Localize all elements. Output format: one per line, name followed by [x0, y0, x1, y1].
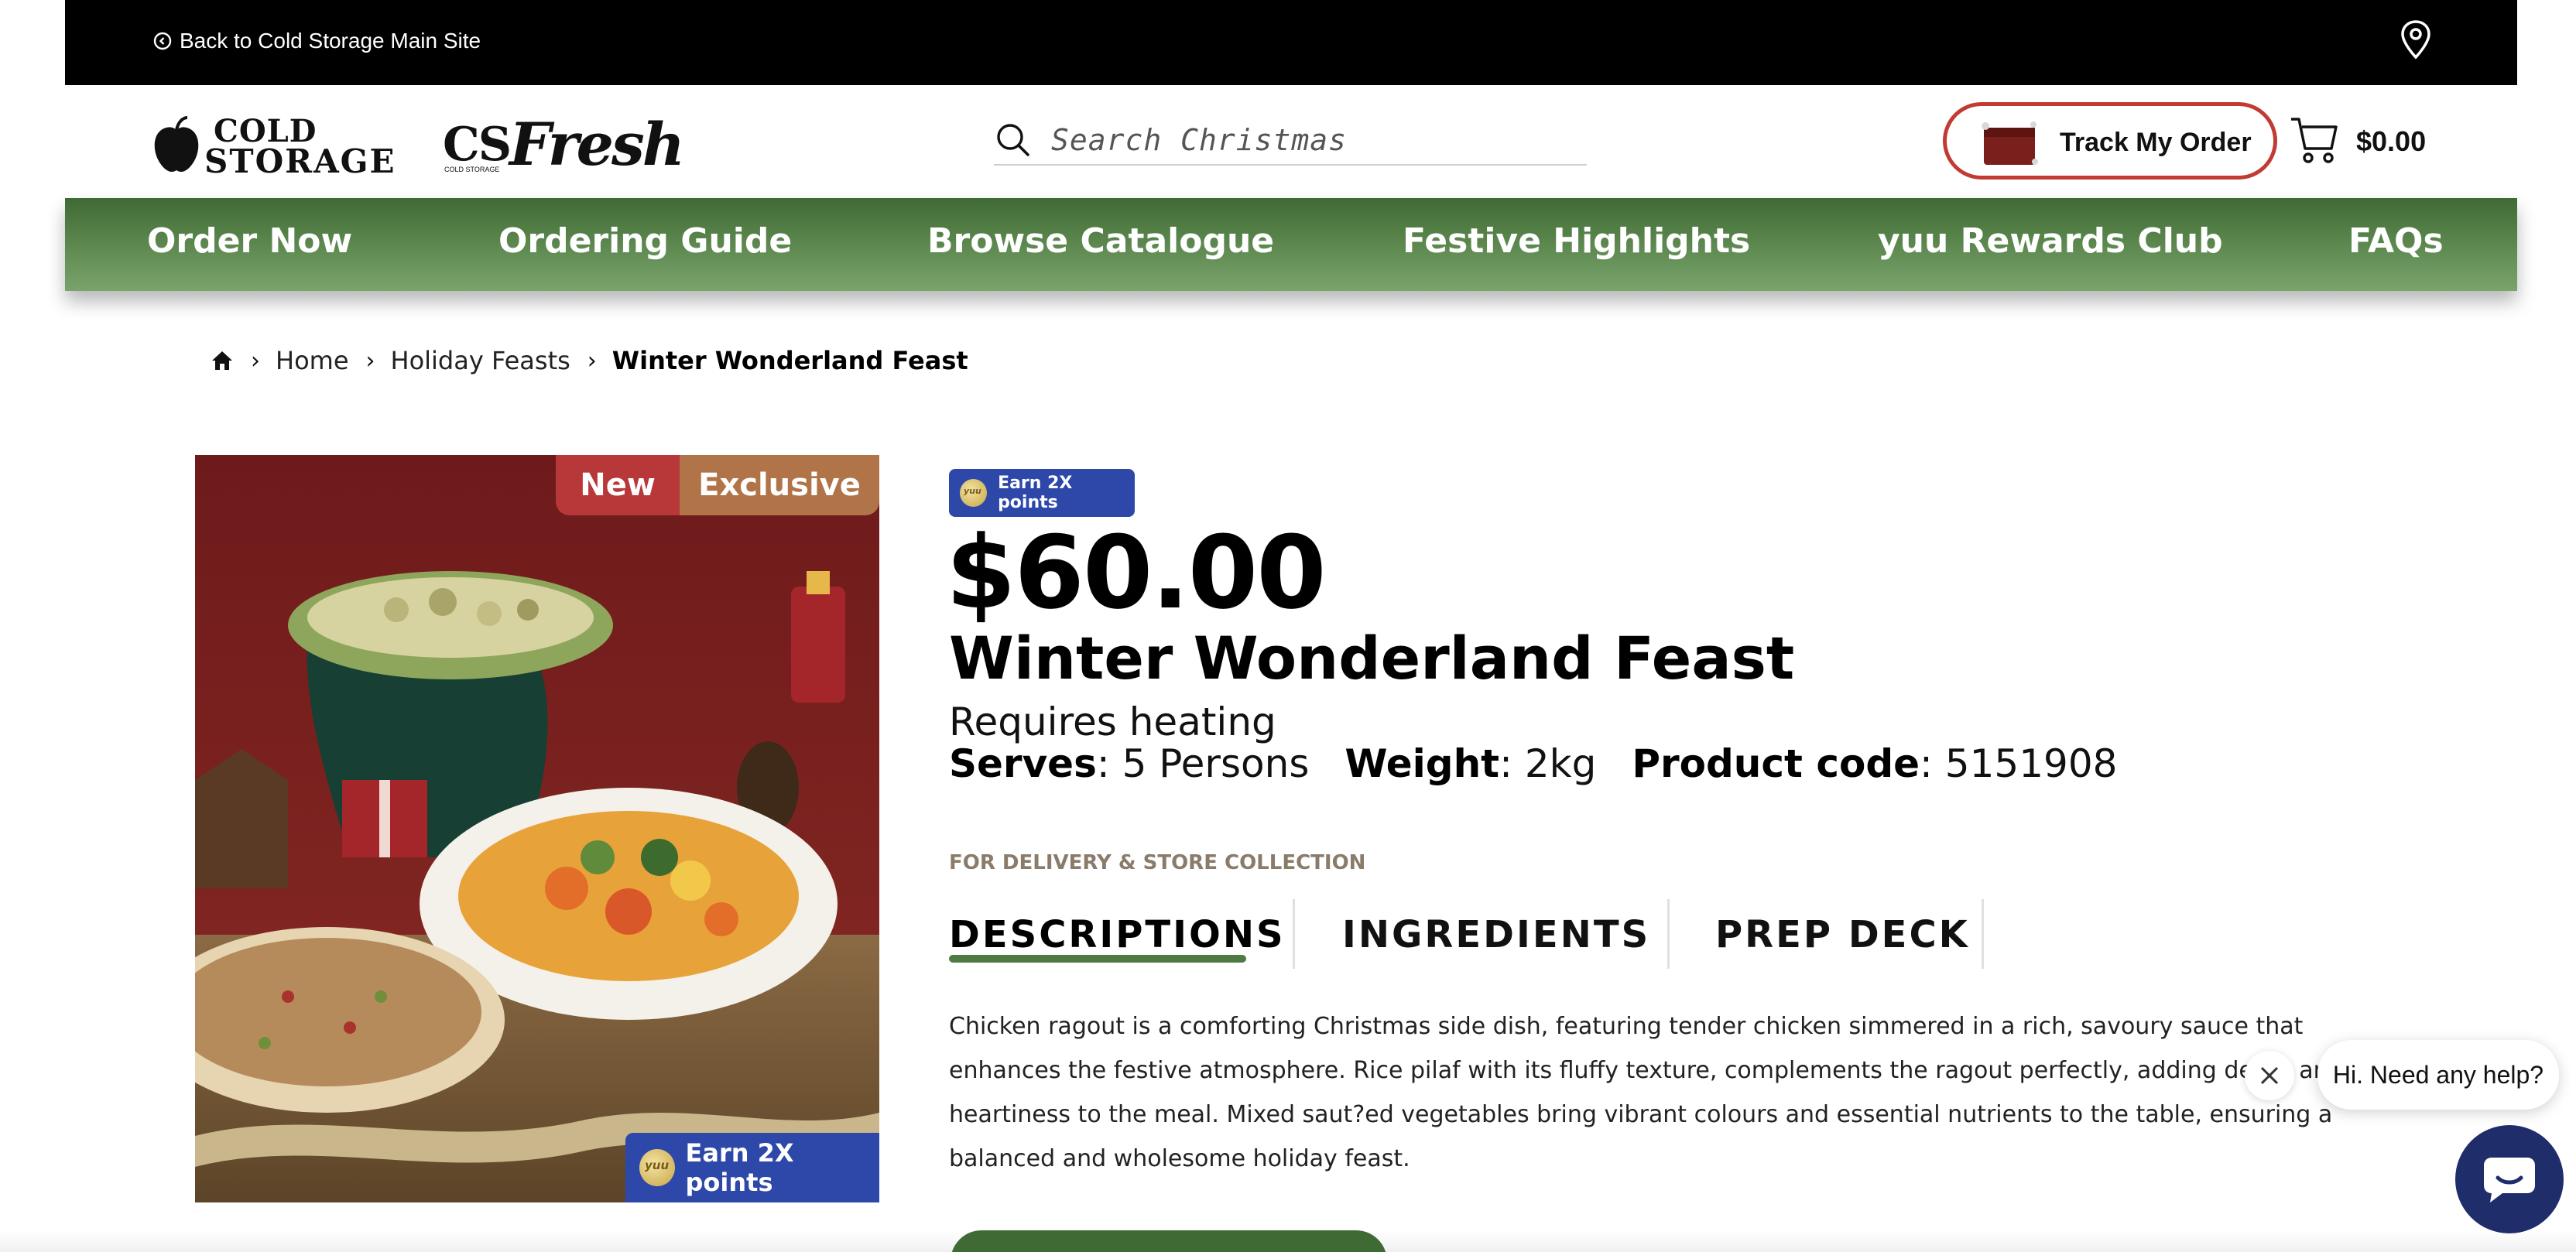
- product-code-label: Product code: [1632, 741, 1920, 786]
- fresh-logo-prefix: CS: [443, 118, 512, 172]
- badge-exclusive: Exclusive: [680, 455, 879, 515]
- nav-item-yuu-rewards-club[interactable]: yuu Rewards Club: [1878, 221, 2223, 261]
- chevron-right-icon: ›: [587, 347, 597, 375]
- tab-divider: [1667, 899, 1670, 969]
- main-nav: Order Now Ordering Guide Browse Catalogu…: [65, 198, 2517, 291]
- product-price: $60.00: [946, 514, 1327, 631]
- nav-item-ordering-guide[interactable]: Ordering Guide: [498, 221, 792, 261]
- delivery-note: FOR DELIVERY & STORE COLLECTION: [949, 851, 1366, 874]
- home-icon[interactable]: [211, 350, 234, 371]
- gift-box-icon: [1982, 121, 2038, 165]
- fresh-logo-sub: COLD STORAGE: [444, 166, 500, 173]
- yuu-coin-icon: [960, 479, 988, 507]
- tab-descriptions[interactable]: DESCRIPTIONS: [949, 913, 1286, 956]
- product-image[interactable]: New Exclusive Earn 2X points: [195, 455, 879, 1202]
- map-pin-icon[interactable]: [2398, 19, 2434, 60]
- tab-divider: [1293, 899, 1295, 969]
- chat-bubble-icon: [2484, 1158, 2535, 1202]
- earn-points-chip[interactable]: Earn 2X points: [949, 469, 1135, 517]
- back-to-main-site-link[interactable]: Back to Cold Storage Main Site: [153, 28, 481, 54]
- cart-total[interactable]: $0.00: [2356, 125, 2426, 158]
- cs-fresh-logo[interactable]: CS Fresh COLD STORAGE: [443, 107, 685, 179]
- track-my-order-label: Track My Order: [2060, 128, 2252, 157]
- close-x-icon: [2260, 1066, 2279, 1085]
- back-link-label: Back to Cold Storage Main Site: [180, 29, 481, 53]
- earn-points-label: Earn 2X points: [998, 474, 1073, 512]
- search-bar: [994, 116, 1587, 166]
- weight-value: : 2kg: [1499, 741, 1597, 786]
- nav-item-order-now[interactable]: Order Now: [147, 221, 352, 261]
- image-points-label: Earn 2X points: [685, 1138, 794, 1197]
- chevron-right-icon: ›: [365, 347, 375, 375]
- chat-launcher-button[interactable]: [2455, 1125, 2564, 1233]
- shopping-cart-icon[interactable]: [2290, 115, 2339, 166]
- search-input[interactable]: [1051, 123, 1547, 157]
- image-points-badge: Earn 2X points: [625, 1133, 879, 1202]
- nav-item-festive-highlights[interactable]: Festive Highlights: [1403, 221, 1750, 261]
- product-code-value: : 5151908: [1920, 741, 2118, 786]
- top-bar: Back to Cold Storage Main Site: [65, 0, 2517, 85]
- search-icon[interactable]: [994, 121, 1033, 159]
- fresh-logo-word: Fresh: [509, 110, 685, 179]
- apple-logo-icon: [154, 116, 199, 173]
- site-header: COLD STORAGE CS Fresh COLD STORAGE Track…: [65, 85, 2517, 198]
- breadcrumb-current: Winter Wonderland Feast: [611, 346, 968, 375]
- product-description: Chicken ragout is a comforting Christmas…: [949, 1013, 2343, 1172]
- help-bubble[interactable]: Hi. Need any help?: [2317, 1040, 2559, 1110]
- weight-label: Weight: [1345, 741, 1500, 786]
- yuu-coin-icon: [639, 1149, 675, 1186]
- heating-note: Requires heating: [949, 700, 1276, 744]
- serves-value: : 5 Persons: [1096, 741, 1310, 786]
- back-arrow-circle-icon: [153, 32, 172, 50]
- chevron-right-icon: ›: [251, 347, 260, 375]
- close-icon[interactable]: [2245, 1051, 2294, 1100]
- badge-new: New: [556, 455, 680, 515]
- tab-prep-deck[interactable]: PREP DECK: [1715, 913, 1970, 956]
- cold-storage-logo[interactable]: COLD STORAGE: [150, 110, 406, 180]
- breadcrumb: › Home › Holiday Feasts › Winter Wonderl…: [211, 344, 968, 378]
- active-tab-indicator: [949, 955, 1246, 963]
- breadcrumb-home[interactable]: Home: [276, 346, 349, 375]
- product-title: Winter Wonderland Feast: [949, 624, 1795, 693]
- tab-ingredients[interactable]: INGREDIENTS: [1342, 913, 1650, 956]
- feast-photo: [195, 455, 879, 1202]
- nav-item-browse-catalogue[interactable]: Browse Catalogue: [927, 221, 1274, 261]
- track-my-order-button[interactable]: Track My Order: [1943, 102, 2277, 180]
- serves-label: Serves: [949, 741, 1097, 786]
- breadcrumb-holiday-feasts[interactable]: Holiday Feasts: [391, 346, 570, 375]
- add-to-cart-button[interactable]: [951, 1230, 1387, 1252]
- logo-word-storage: STORAGE: [204, 142, 396, 180]
- tab-divider: [1982, 899, 1984, 969]
- nav-item-faqs[interactable]: FAQs: [2348, 221, 2444, 261]
- product-specs: Serves: 5 Persons Weight: 2kg Product code…: [949, 741, 2117, 786]
